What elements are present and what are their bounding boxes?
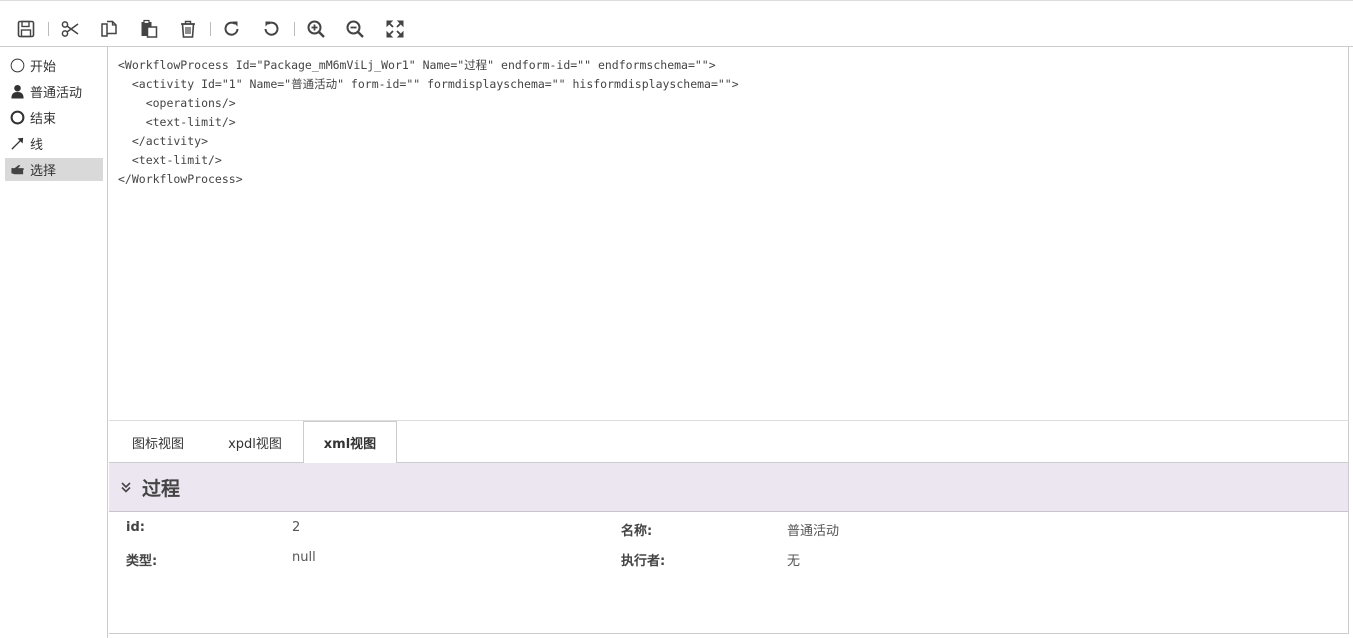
element-palette: 开始 普通活动 结束 线 选择 <box>0 47 108 638</box>
palette-item-label: 选择 <box>30 164 57 179</box>
palette-item-start[interactable]: 开始 <box>5 54 103 77</box>
prop-name-value: 普通活动 <box>787 524 840 539</box>
user-icon <box>8 83 26 101</box>
tab-xml-view[interactable]: xml视图 <box>303 421 397 464</box>
view-tabs: 图标视图 xpdl视图 xml视图 <box>109 420 1349 464</box>
xml-line: <WorkflowProcess Id="Package_mM6mViLj_Wo… <box>118 58 716 72</box>
xml-line: <text-limit/> <box>118 115 236 129</box>
undo-icon[interactable] <box>259 17 283 41</box>
palette-item-label: 开始 <box>30 60 57 75</box>
zoom-out-icon[interactable] <box>343 17 367 41</box>
save-icon[interactable] <box>14 17 38 41</box>
panel-header: 过程 <box>109 463 1348 512</box>
prop-name-label: 名称: <box>621 524 653 539</box>
xml-line: </WorkflowProcess> <box>118 172 243 186</box>
prop-executor-label: 执行者: <box>621 554 666 569</box>
palette-item-line[interactable]: 线 <box>5 132 103 155</box>
palette-item-end[interactable]: 结束 <box>5 106 103 129</box>
prop-executor-value: 无 <box>787 554 801 569</box>
prop-id-value: 2 <box>292 520 301 535</box>
hand-pointer-icon <box>8 161 26 179</box>
delete-icon[interactable] <box>176 17 200 41</box>
palette-item-label: 普通活动 <box>30 86 83 101</box>
prop-type-value: null <box>292 550 316 565</box>
prop-type-label: 类型: <box>126 554 158 569</box>
palette-item-label: 结束 <box>30 112 57 127</box>
xml-editor[interactable]: <WorkflowProcess Id="Package_mM6mViLj_Wo… <box>109 47 1349 421</box>
end-circle-icon <box>8 109 26 127</box>
double-chevron-down-icon[interactable] <box>119 480 139 494</box>
tab-icon-view[interactable]: 图标视图 <box>109 421 207 463</box>
copy-icon[interactable] <box>97 17 121 41</box>
xml-line: <operations/> <box>118 96 236 110</box>
paste-icon[interactable] <box>137 17 161 41</box>
zoom-in-icon[interactable] <box>304 17 328 41</box>
palette-item-activity[interactable]: 普通活动 <box>5 80 103 103</box>
toolbar-separator <box>294 22 295 36</box>
toolbar-separator <box>48 22 49 36</box>
toolbar <box>0 0 1353 47</box>
xml-line: </activity> <box>118 134 209 148</box>
panel-title: 过程 <box>142 477 181 500</box>
cut-icon[interactable] <box>58 17 82 41</box>
properties-panel: 过程 id: 2 名称: 普通活动 类型: null 执行者: 无 <box>109 463 1349 634</box>
xml-line: <text-limit/> <box>118 153 222 167</box>
tab-xpdl-view[interactable]: xpdl视图 <box>207 421 303 463</box>
fit-screen-icon[interactable] <box>383 17 407 41</box>
toolbar-separator <box>210 22 211 36</box>
xml-line: <activity Id="1" Name="普通活动" form-id="" … <box>118 77 739 91</box>
redo-icon[interactable] <box>220 17 244 41</box>
palette-item-label: 线 <box>30 138 44 153</box>
prop-id-label: id: <box>126 520 145 535</box>
arrow-line-icon <box>8 135 26 153</box>
palette-item-select[interactable]: 选择 <box>5 158 103 181</box>
start-circle-icon <box>8 57 26 75</box>
